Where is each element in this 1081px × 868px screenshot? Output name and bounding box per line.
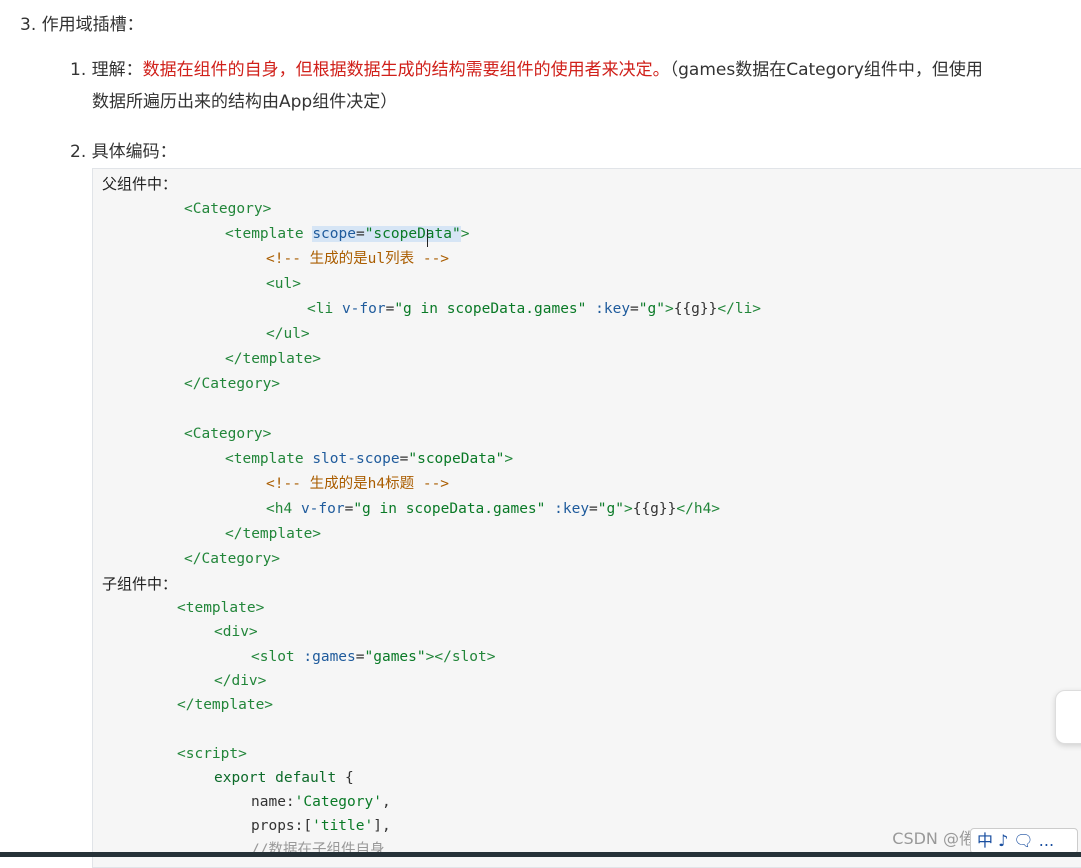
code-line: </div> [214, 673, 267, 689]
code-line: <template slot-scope="scopeData"> [225, 451, 514, 467]
code-line: props:['title'], [251, 818, 391, 834]
code-line: </ul> [266, 326, 310, 342]
section-title: 3. 作用域插槽： [20, 15, 144, 35]
code-line: </template> [177, 697, 274, 713]
item-number: 1. [70, 60, 87, 80]
code-line: <template scope="scopeData"> [225, 226, 470, 242]
code-line: <Category> [184, 201, 272, 217]
bottom-bar [0, 852, 1081, 857]
parent-label: 父组件中： [102, 175, 178, 193]
code-line: name:'Category', [251, 794, 391, 810]
highlight-text: 数据在组件的自身，但根据数据生成的结构需要组件的使用者来决定。 [142, 60, 670, 80]
item-label: 具体编码： [91, 142, 177, 162]
item-number: 2. [70, 142, 87, 162]
code-line: </Category> [184, 376, 281, 392]
code-line: <h4 v-for="g in scopeData.games" :key="g… [266, 501, 721, 517]
code-comment: <!-- 生成的是ul列表 --> [266, 251, 450, 267]
text-cursor [427, 229, 428, 247]
code-comment: <!-- 生成的是h4标题 --> [266, 476, 450, 492]
code-line: export default { [214, 770, 354, 786]
ime-toolbar[interactable]: 中 ♪ 🗨 ... [970, 828, 1078, 854]
code-line: <template> [177, 600, 265, 616]
list-item-coding: 2. 具体编码： [70, 136, 177, 168]
code-line: </template> [225, 351, 322, 367]
code-line: </Category> [184, 551, 281, 567]
code-block[interactable] [92, 168, 1081, 868]
code-line: <slot :games="games"></slot> [251, 649, 496, 665]
code-line: <Category> [184, 426, 272, 442]
list-item-understanding: 1. 理解：数据在组件的自身，但根据数据生成的结构需要组件的使用者来决定。（ga… [70, 54, 1081, 118]
item-rest-line2: 数据所遍历出来的结构由App组件决定） [92, 92, 398, 112]
code-line: <script> [177, 746, 247, 762]
code-line: </template> [225, 526, 322, 542]
item-rest-line1: （games数据在Category组件中，但使用 [669, 60, 983, 80]
code-line: <li v-for="g in scopeData.games" :key="g… [307, 301, 762, 317]
child-label: 子组件中： [102, 575, 178, 593]
code-line: <div> [214, 624, 258, 640]
item-prefix: 理解： [91, 60, 143, 80]
code-line: <ul> [266, 276, 301, 292]
floating-button[interactable] [1055, 690, 1081, 744]
